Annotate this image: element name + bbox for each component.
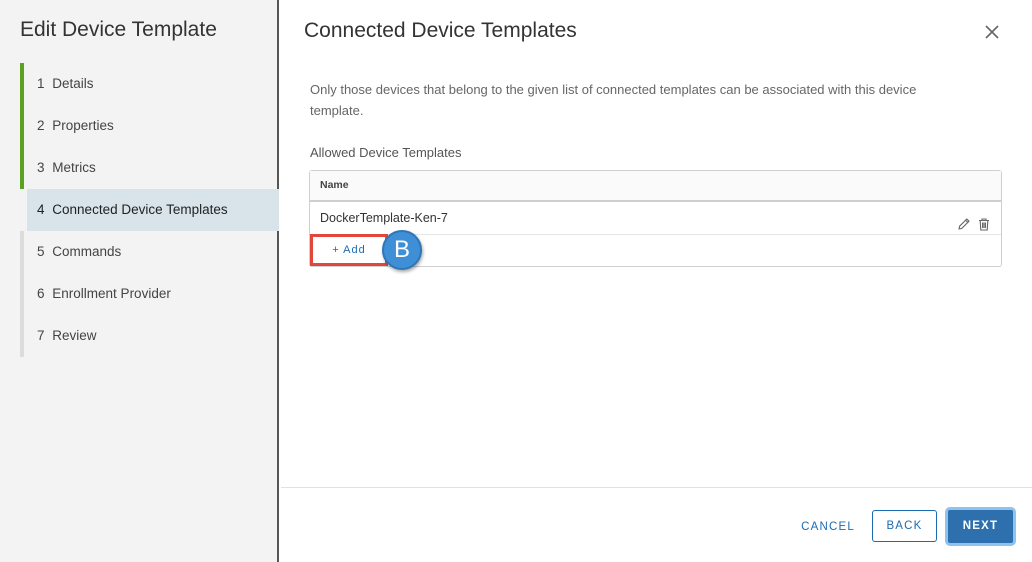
step-label: Metrics [52,160,96,175]
step-label: Review [52,328,97,343]
page-title: Connected Device Templates [304,19,577,42]
step-label: Connected Device Templates [52,202,228,217]
step-number: 7 [37,328,45,343]
wizard-steps: 1 Details 2 Properties 3 Metrics 4 Conne… [20,63,279,357]
step-progress-bar [20,315,24,357]
step-details[interactable]: 1 Details [20,63,279,105]
step-progress-bar [20,231,24,273]
step-metrics[interactable]: 3 Metrics [20,147,279,189]
step-number: 5 [37,244,45,259]
row-name-cell: DockerTemplate-Ken-7 [320,211,448,225]
step-number: 4 [37,202,45,217]
wizard-main-panel: Connected Device Templates Only those de… [281,0,1032,562]
step-number: 3 [37,160,45,175]
step-number: 6 [37,286,45,301]
step-progress-bar [20,273,24,315]
grid-column-header-name[interactable]: Name [310,171,1001,202]
section-label: Allowed Device Templates [310,145,462,160]
back-button[interactable]: BACK [872,510,937,542]
pencil-icon[interactable] [957,211,971,230]
step-label: Enrollment Provider [52,286,171,301]
close-icon[interactable] [984,24,1000,40]
step-connected-device-templates[interactable]: 4 Connected Device Templates [27,189,279,231]
step-commands[interactable]: 5 Commands [20,231,279,273]
step-number: 1 [37,76,45,91]
add-template-button[interactable]: + Add [310,234,388,266]
step-progress-bar [20,105,24,147]
step-number: 2 [37,118,45,133]
step-properties[interactable]: 2 Properties [20,105,279,147]
step-review[interactable]: 7 Review [20,315,279,357]
step-label: Details [52,76,94,91]
row-actions [957,211,991,231]
callout-marker: B [382,230,422,270]
table-row[interactable]: DockerTemplate-Ken-7 [310,202,1001,235]
wizard-footer: CANCEL BACK NEXT [281,487,1032,562]
page-description: Only those devices that belong to the gi… [310,82,917,118]
next-button[interactable]: NEXT [945,507,1016,546]
wizard-sidebar: Edit Device Template 1 Details 2 Propert… [0,0,279,562]
trash-icon[interactable] [977,211,991,231]
step-label: Properties [52,118,114,133]
step-progress-bar [20,63,24,105]
wizard-title: Edit Device Template [20,18,217,41]
cancel-button[interactable]: CANCEL [796,515,860,539]
step-enrollment-provider[interactable]: 6 Enrollment Provider [20,273,279,315]
step-progress-bar [20,147,24,189]
step-label: Commands [52,244,122,259]
